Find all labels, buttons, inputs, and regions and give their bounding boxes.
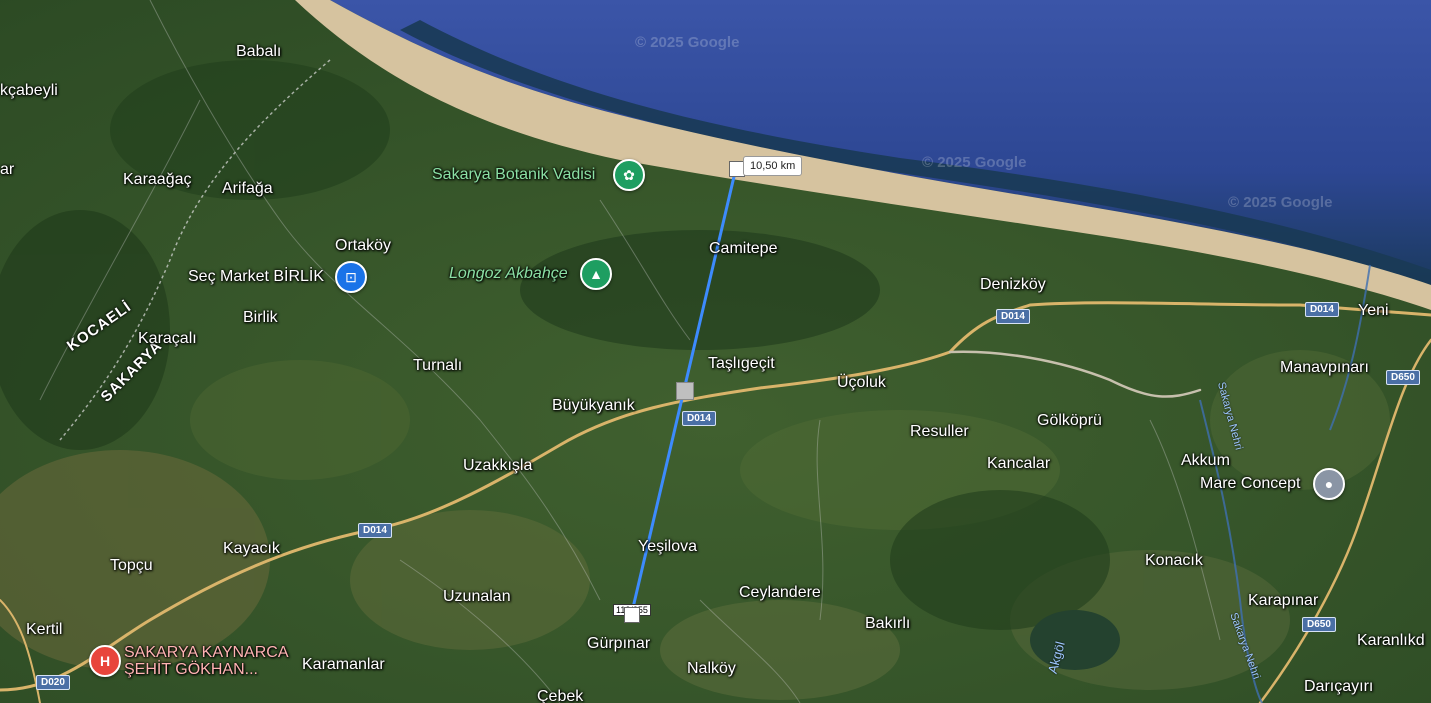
poi-label-longoz[interactable]: Longoz Akbahçe xyxy=(449,265,568,283)
road-shield-d014: D014 xyxy=(1305,302,1339,317)
place-label[interactable]: Karanlıkd xyxy=(1357,632,1425,650)
place-label[interactable]: Büyükyanık xyxy=(552,397,635,415)
place-label[interactable]: Karamanlar xyxy=(302,656,385,674)
place-label[interactable]: Babalı xyxy=(236,43,281,61)
place-label[interactable]: Karaçalı xyxy=(138,330,197,348)
tree-icon[interactable]: ▲ xyxy=(580,258,612,290)
place-label[interactable]: Topçu xyxy=(110,557,153,575)
road-shield-d650: D650 xyxy=(1302,617,1336,632)
place-label[interactable]: Kertil xyxy=(26,621,62,639)
shopping-bag-icon[interactable]: ⊡ xyxy=(335,261,367,293)
place-label[interactable]: Kancalar xyxy=(987,455,1050,473)
place-label[interactable]: Uzunalan xyxy=(443,588,511,606)
hospital-label-line1: SAKARYA KAYNARCA xyxy=(124,644,289,661)
place-label[interactable]: Ortaköy xyxy=(335,237,391,255)
satellite-map[interactable]: © 2025 Google © 2025 Google © 2025 Googl… xyxy=(0,0,1431,703)
hospital-label-line2: ŞEHİT GÖKHAN... xyxy=(124,661,258,678)
place-label[interactable]: Gürpınar xyxy=(587,635,650,653)
place-label[interactable]: Konacık xyxy=(1145,552,1203,570)
copyright-watermark: © 2025 Google xyxy=(922,154,1027,171)
road-shield-d020: D020 xyxy=(36,675,70,690)
place-label[interactable]: Arifağa xyxy=(222,180,273,198)
map-imagery xyxy=(0,0,1431,703)
poi-label-secmarket[interactable]: Seç Market BİRLİK xyxy=(188,268,324,286)
hospital-icon[interactable]: H xyxy=(89,645,121,677)
place-label[interactable]: Camitepe xyxy=(709,240,777,258)
place-label[interactable]: Çebek xyxy=(537,688,583,703)
road-shield-d014: D014 xyxy=(358,523,392,538)
place-label[interactable]: Akkum xyxy=(1181,452,1230,470)
location-pin-icon[interactable]: ● xyxy=(1313,468,1345,500)
poi-label-mare[interactable]: Mare Concept xyxy=(1200,475,1301,493)
place-label[interactable]: kçabeyli xyxy=(0,82,58,100)
place-label[interactable]: Yeşilova xyxy=(638,538,697,556)
place-label[interactable]: Manavpınarı xyxy=(1280,359,1369,377)
copyright-watermark: © 2025 Google xyxy=(1228,194,1333,211)
place-label[interactable]: Üçoluk xyxy=(837,374,886,392)
place-label[interactable]: Resuller xyxy=(910,423,969,441)
place-label[interactable]: Bakırlı xyxy=(865,615,910,633)
place-label[interactable]: Uzakkışla xyxy=(463,457,532,475)
place-label[interactable]: Turnalı xyxy=(413,357,462,375)
road-shield-d650: D650 xyxy=(1386,370,1420,385)
place-label[interactable]: Kayacık xyxy=(223,540,280,558)
poi-label-botanik[interactable]: Sakarya Botanik Vadisi xyxy=(432,166,595,184)
place-label[interactable]: Denizköy xyxy=(980,276,1046,294)
place-label[interactable]: Taşlıgeçit xyxy=(708,355,775,373)
measure-distance-label: 10,50 km xyxy=(743,156,803,176)
poi-label-hospital[interactable]: SAKARYA KAYNARCA ŞEHİT GÖKHAN... xyxy=(124,644,289,678)
place-label[interactable]: Karaağaç xyxy=(123,171,192,189)
copyright-watermark: © 2025 Google xyxy=(635,34,740,51)
place-label[interactable]: Darıçayırı xyxy=(1304,678,1373,696)
measure-midpoint-handle[interactable] xyxy=(676,382,694,400)
place-label[interactable]: Nalköy xyxy=(687,660,736,678)
place-label[interactable]: Karapınar xyxy=(1248,592,1318,610)
flower-icon[interactable]: ✿ xyxy=(613,159,645,191)
place-label[interactable]: Ceylandere xyxy=(739,584,821,602)
akgol-lake xyxy=(1030,610,1120,670)
place-label[interactable]: ar xyxy=(0,161,14,179)
measure-end-handle[interactable] xyxy=(624,607,640,623)
road-shield-d014: D014 xyxy=(682,411,716,426)
place-label[interactable]: Gölköprü xyxy=(1037,412,1102,430)
place-label[interactable]: Yeni xyxy=(1358,302,1389,320)
road-shield-d014: D014 xyxy=(996,309,1030,324)
place-label[interactable]: Birlik xyxy=(243,309,278,327)
